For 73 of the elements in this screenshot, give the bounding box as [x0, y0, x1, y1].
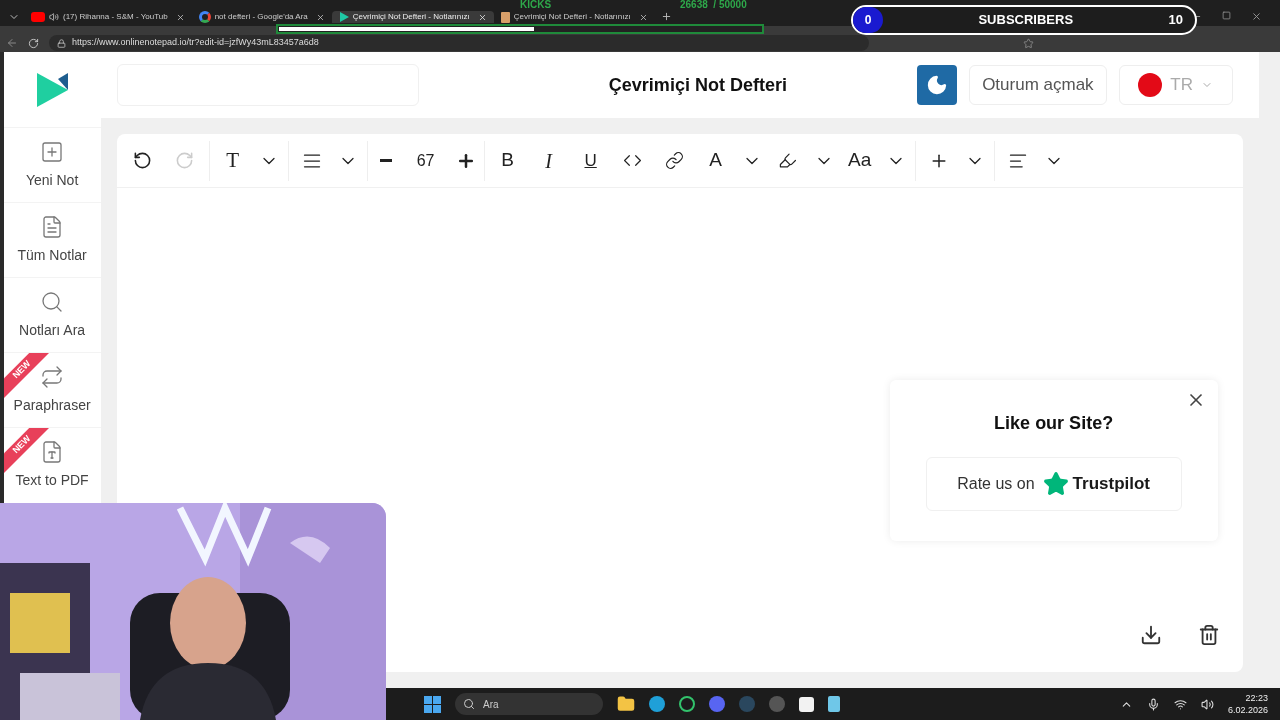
highlighter-icon	[778, 151, 798, 170]
notepad-logo	[34, 70, 71, 109]
add-icon	[40, 139, 65, 164]
subscriber-count: 0	[853, 7, 883, 33]
close-icon[interactable]	[477, 12, 487, 22]
volume-icon[interactable]	[1200, 697, 1214, 711]
network-icon[interactable]	[1173, 697, 1187, 711]
search-icon	[463, 698, 475, 710]
sidebar-label: Text to PDF	[15, 470, 89, 490]
minus-icon	[379, 159, 392, 162]
browser-tab[interactable]: (17) Rihanna - S&M - YouTub	[24, 11, 192, 23]
tab-title: Çevrimiçi Not Defteri - Notlarınızı	[352, 12, 470, 22]
browser-icon[interactable]	[649, 696, 665, 712]
moon-icon	[926, 74, 949, 96]
subscriber-goal: 10	[1168, 11, 1183, 30]
sidebar-label: Yeni Not	[25, 170, 79, 190]
sidebar-label: Tüm Notlar	[17, 245, 87, 265]
format-button[interactable]: A	[695, 140, 736, 181]
popup-title: Like our Site?	[994, 412, 1114, 435]
play-icon	[338, 12, 349, 22]
lock-icon	[57, 38, 66, 48]
microphone-icon[interactable]	[1146, 697, 1160, 711]
italic-button[interactable]: I	[527, 140, 570, 181]
star-icon	[1042, 471, 1069, 497]
format-button[interactable]: T	[212, 140, 253, 181]
flag-icon	[1138, 73, 1163, 97]
favorite-icon[interactable]	[1023, 37, 1034, 49]
trash-icon	[1197, 624, 1220, 646]
new-tab-icon[interactable]	[660, 11, 672, 22]
page-icon	[500, 11, 510, 23]
kicks-label: KICKS	[520, 0, 552, 10]
browser-tab[interactable]: Çevrimiçi Not Defteri - Notlarınızı	[493, 11, 655, 23]
download-icon	[1139, 624, 1162, 646]
format-button[interactable]: Aa	[839, 140, 880, 181]
tab-title: (17) Rihanna - S&M - YouTub	[63, 12, 168, 22]
swap-icon	[40, 364, 65, 389]
windows-icon[interactable]	[424, 695, 441, 713]
close-icon[interactable]	[315, 12, 325, 22]
underline-button[interactable]: U	[569, 140, 612, 181]
google-icon	[198, 11, 211, 23]
store-icon[interactable]	[799, 696, 814, 712]
close-icon[interactable]	[638, 12, 648, 22]
undo-icon	[133, 151, 153, 170]
app-icon[interactable]	[709, 696, 725, 712]
address-field[interactable]: https://www.onlinenotepad.io/tr?edit-id=jzfWy43mL83457a6d8	[49, 35, 869, 51]
kicks-count: 26638 / 50000	[680, 0, 747, 10]
app-icon[interactable]	[679, 696, 695, 712]
folder-icon[interactable]	[617, 695, 635, 713]
tab-title: Çevrimiçi Not Defteri - Notlarınızı	[513, 12, 631, 22]
maximize-icon[interactable]	[1222, 11, 1231, 20]
browser-tab[interactable]: Çevrimiçi Not Defteri - Notlarınızı	[331, 11, 494, 23]
sidebar-item[interactable]: Notları Ara	[3, 277, 101, 352]
subscribers-label: SUBSCRIBERS	[978, 11, 1074, 30]
close-icon[interactable]	[1251, 11, 1262, 22]
reload-icon[interactable]	[28, 37, 39, 49]
sidebar-label: Paraphraser	[13, 395, 91, 415]
taskbar-search[interactable]: Ara	[455, 693, 603, 715]
redo-icon	[175, 151, 195, 170]
clock[interactable]: 22:23 6.02.2026	[1227, 692, 1280, 716]
format-button[interactable]: B	[487, 140, 528, 181]
font-size-field[interactable]: 67	[400, 148, 451, 173]
dark-mode-button[interactable]	[917, 65, 958, 105]
sidebar-item[interactable]: Yeni Not	[3, 127, 101, 202]
login-button[interactable]: Oturum açmak	[969, 65, 1107, 105]
sidebar-item[interactable]: Tüm Notlar	[3, 202, 101, 277]
close-icon[interactable]	[175, 12, 185, 22]
page-title: Çevrimiçi Not Defteri	[607, 73, 788, 97]
link-icon	[665, 151, 685, 170]
url-text: https://www.onlinenotepad.io/tr?edit-id=jzfWy43mL83457a6d8	[72, 36, 319, 50]
tab-title: not defteri - Google'da Ara	[214, 12, 308, 22]
trustpilot-button[interactable]: Rate us on Trustpilot	[925, 457, 1182, 511]
sidebar-label: Notları Ara	[19, 320, 86, 340]
video-icon	[31, 12, 45, 22]
